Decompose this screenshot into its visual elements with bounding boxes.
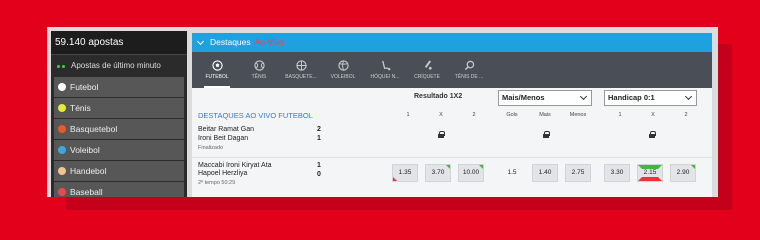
away-score: 0 bbox=[317, 171, 321, 178]
lock-icon bbox=[438, 131, 445, 138]
tennis-ball-icon bbox=[253, 60, 265, 71]
chevron-down-icon bbox=[684, 92, 693, 101]
match-status: Finalizado bbox=[198, 145, 224, 151]
sidebar-item-basquetebol[interactable]: Basquetebol bbox=[54, 119, 184, 139]
result-market-title: Resultado 1X2 bbox=[414, 93, 463, 100]
odds-button-h2[interactable]: 2.90 bbox=[670, 164, 696, 182]
live-dots-icon bbox=[57, 64, 65, 68]
match-row[interactable]: Maccabi Ironi Kiryat Ata Hapoel Herzliya… bbox=[192, 158, 712, 196]
sidebar-item-baseball[interactable]: Baseball bbox=[54, 182, 184, 197]
live-label: Ao Vivo bbox=[254, 37, 284, 47]
odds-button-1[interactable]: 1.35 bbox=[392, 164, 418, 182]
highlights-header[interactable]: Destaques Ao Vivo bbox=[192, 33, 712, 52]
chevron-down-icon bbox=[196, 37, 205, 45]
tab-críquete[interactable]: CRÍQUETE bbox=[406, 52, 448, 88]
col-header-1: 1 bbox=[406, 112, 410, 118]
sportsbook-widget: 59.140 apostas Apostas de último minuto … bbox=[47, 27, 718, 197]
away-team: Hapoel Herzliya bbox=[198, 170, 248, 177]
col-header-x: X bbox=[439, 112, 443, 118]
goals-line: 1.5 bbox=[507, 169, 517, 176]
cricket-icon bbox=[424, 60, 432, 70]
handicap-dropdown[interactable]: Handicap 0:1 bbox=[604, 90, 697, 106]
match-row[interactable]: Beitar Ramat Gan Ironi Beit Dagan 2 1 Fi… bbox=[192, 122, 712, 156]
lock-icon bbox=[543, 131, 550, 138]
col-header-hx: X bbox=[651, 112, 655, 118]
sidebar-item-label: Ténis bbox=[70, 103, 91, 113]
over-under-dropdown[interactable]: Mais/Menos bbox=[498, 90, 592, 106]
sidebar-item-handebol[interactable]: Handebol bbox=[54, 161, 184, 181]
section-title: DESTAQUES AO VIVO FUTEBOL bbox=[198, 111, 313, 120]
sidebar-item-label: Voleibol bbox=[70, 145, 100, 155]
col-header-2: 2 bbox=[472, 112, 476, 118]
col-header-under: Menos bbox=[569, 112, 587, 118]
chevron-down-icon bbox=[579, 92, 588, 101]
over-under-dropdown-label: Mais/Menos bbox=[502, 93, 545, 102]
sports-sidebar: 59.140 apostas Apostas de último minuto … bbox=[51, 31, 187, 197]
tab-basquete[interactable]: BASQUETE... bbox=[280, 52, 322, 88]
away-team: Ironi Beit Dagan bbox=[198, 135, 249, 142]
volleyball-icon bbox=[337, 60, 349, 71]
basketball-icon bbox=[295, 60, 307, 71]
last-minute-bets-label: Apostas de último minuto bbox=[71, 61, 161, 70]
table-tennis-icon bbox=[464, 60, 474, 71]
tab-label: BASQUETE... bbox=[285, 74, 317, 80]
last-minute-bets-link[interactable]: Apostas de último minuto bbox=[51, 55, 187, 77]
handicap-dropdown-label: Handicap 0:1 bbox=[608, 93, 655, 102]
away-score: 1 bbox=[317, 135, 321, 142]
odds-button-h1[interactable]: 3.30 bbox=[604, 164, 630, 182]
odds-button-2[interactable]: 10.00 bbox=[458, 164, 484, 182]
tennis-ball-icon bbox=[58, 104, 66, 112]
tab-label: CRÍQUETE bbox=[414, 74, 440, 80]
col-header-h2: 2 bbox=[684, 112, 688, 118]
tab-label: VOLEIBOL bbox=[330, 74, 356, 80]
hockey-icon bbox=[381, 60, 390, 71]
match-time: 2º tempo 50:29 bbox=[198, 180, 236, 186]
sidebar-item-label: Handebol bbox=[70, 166, 107, 176]
tab-label: TÊNIS bbox=[251, 74, 267, 80]
col-header-h1: 1 bbox=[618, 112, 622, 118]
basketball-icon bbox=[58, 125, 66, 133]
tab-tênis-de[interactable]: TÊNIS DE ... bbox=[448, 52, 490, 88]
soccer-ball-icon bbox=[211, 60, 223, 71]
markets-table: Resultado 1X2 Mais/Menos Handicap 0:1 DE… bbox=[192, 88, 712, 197]
tab-label: HÓQUEI N... bbox=[370, 74, 400, 80]
odds-button-x[interactable]: 3.70 bbox=[425, 164, 451, 182]
soccer-ball-icon bbox=[58, 83, 66, 91]
odds-button-over[interactable]: 1.40 bbox=[532, 164, 558, 182]
col-header-goals: Gols bbox=[506, 112, 518, 118]
sidebar-item-label: Basquetebol bbox=[70, 124, 118, 134]
tab-hóquei-n[interactable]: HÓQUEI N... bbox=[364, 52, 406, 88]
home-score: 1 bbox=[317, 162, 321, 169]
highlights-title: Destaques bbox=[210, 37, 251, 47]
sidebar-item-label: Baseball bbox=[70, 187, 103, 197]
col-header-over: Mais bbox=[539, 112, 551, 118]
volleyball-icon bbox=[58, 146, 66, 154]
odds-button-under[interactable]: 2.75 bbox=[565, 164, 591, 182]
sidebar-item-futebol[interactable]: Futebol bbox=[54, 77, 184, 97]
tab-label: FUTEBOL bbox=[205, 74, 229, 80]
tab-voleibol[interactable]: VOLEIBOL bbox=[322, 52, 364, 88]
home-score: 2 bbox=[317, 126, 321, 133]
handball-icon bbox=[58, 167, 66, 175]
bet-count-header: 59.140 apostas bbox=[51, 31, 187, 55]
sport-tabs: FUTEBOL TÊNIS BASQUETE... VOLEIBOL HÓQUEI N.… bbox=[192, 52, 712, 88]
home-team: Beitar Ramat Gan bbox=[198, 126, 255, 133]
home-team: Maccabi Ironi Kiryat Ata bbox=[198, 162, 272, 169]
sidebar-item-label: Futebol bbox=[70, 82, 99, 92]
tab-label: TÊNIS DE ... bbox=[454, 74, 484, 80]
sidebar-item-voleibol[interactable]: Voleibol bbox=[54, 140, 184, 160]
baseball-icon bbox=[58, 188, 66, 196]
lock-icon bbox=[649, 131, 656, 138]
highlights-panel: Destaques Ao Vivo FUTEBOL TÊNIS BASQUETE..… bbox=[192, 33, 712, 197]
tab-tênis[interactable]: TÊNIS bbox=[238, 52, 280, 88]
sidebar-item-ténis[interactable]: Ténis bbox=[54, 98, 184, 118]
tab-futebol[interactable]: FUTEBOL bbox=[196, 52, 238, 88]
odds-button-hx[interactable]: 2.15 bbox=[637, 164, 663, 182]
